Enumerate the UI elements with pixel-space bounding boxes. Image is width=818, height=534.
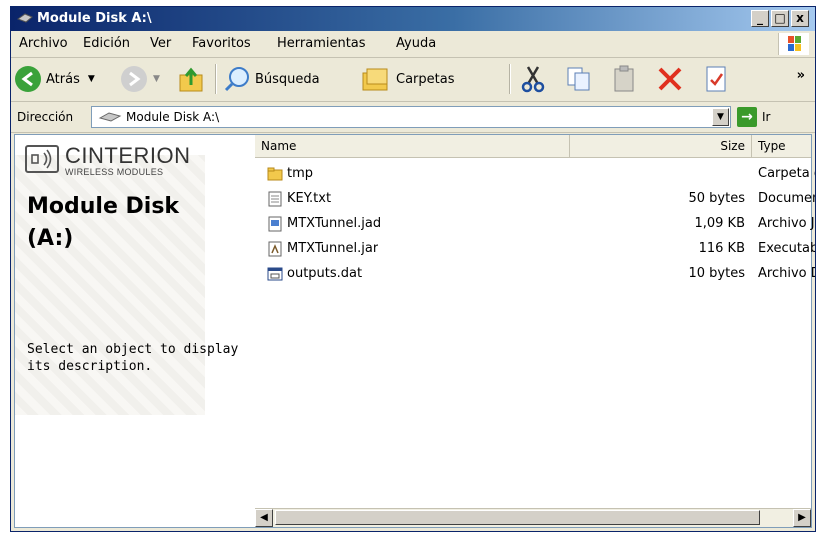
file-row-tmp[interactable]: tmp Carpeta d [255, 161, 815, 186]
scroll-left-button[interactable]: ◀ [255, 509, 273, 527]
back-arrow-icon [15, 66, 41, 92]
file-row-jar[interactable]: MTXTunnel.jar 116 KB Executab [255, 236, 815, 261]
search-icon [224, 67, 249, 92]
menu-favoritos[interactable]: Favoritos [192, 36, 251, 51]
address-value: Module Disk A:\ [126, 110, 220, 124]
scroll-right-button[interactable]: ▶ [793, 509, 811, 527]
file-list: Name Size Type tmp Carpeta d KEY.txt 50 … [255, 135, 815, 527]
address-dropdown-button[interactable]: ▼ [712, 108, 729, 126]
menu-bar: Archivo Edición Ver Favoritos Herramient… [11, 31, 815, 58]
menu-archivo[interactable]: Archivo [19, 36, 68, 51]
toolbar: Atrás ▼ ▼ Búsqueda Carpetas » [11, 58, 815, 102]
back-label: Atrás [46, 71, 80, 87]
drive-title: Module Disk (A:) [27, 194, 180, 251]
maximize-button[interactable]: □ [771, 10, 789, 27]
window-title: Module Disk A:\ [37, 11, 152, 26]
folders-icon [362, 68, 388, 91]
delete-button[interactable] [655, 64, 685, 94]
column-type[interactable]: Type [752, 135, 815, 157]
dat-file-icon [267, 267, 283, 281]
scroll-thumb[interactable] [275, 510, 760, 525]
paste-button[interactable] [609, 64, 639, 94]
menu-edicion[interactable]: Edición [83, 36, 130, 51]
back-button[interactable]: Atrás ▼ [15, 64, 95, 94]
address-label: Dirección [17, 110, 74, 124]
up-folder-icon [179, 67, 203, 92]
column-header-row: Name Size Type [255, 135, 811, 158]
back-dropdown-icon[interactable]: ▼ [88, 74, 95, 84]
search-button[interactable]: Búsqueda [223, 64, 320, 94]
file-row-key[interactable]: KEY.txt 50 bytes Documen [255, 186, 815, 211]
search-label: Búsqueda [255, 71, 320, 87]
forward-arrow-icon [121, 66, 147, 92]
explorer-window: Module Disk A:\ _ □ x Archivo Edición Ve… [10, 6, 816, 532]
text-file-icon [268, 191, 282, 207]
horizontal-scrollbar[interactable]: ◀ ▶ [255, 508, 811, 527]
description-text: Select an object to display its descript… [27, 342, 239, 374]
brand-subtitle: WIRELESS MODULES [65, 167, 164, 177]
forward-button[interactable]: ▼ [121, 64, 160, 94]
copy-icon [567, 67, 590, 91]
minimize-button[interactable]: _ [751, 10, 769, 27]
file-size [635, 161, 745, 186]
file-name: MTXTunnel.jad [287, 216, 382, 231]
column-name[interactable]: Name [255, 135, 570, 157]
folder-icon [267, 167, 283, 181]
column-size[interactable]: Size [570, 135, 752, 157]
scissors-icon [521, 66, 545, 93]
file-name: KEY.txt [287, 191, 332, 206]
jad-file-icon [268, 216, 282, 232]
copy-button[interactable] [564, 64, 594, 94]
cinterion-logo-icon [25, 145, 59, 173]
windows-logo-icon [778, 33, 809, 55]
file-size: 1,09 KB [694, 216, 745, 231]
file-name: MTXTunnel.jar [287, 241, 379, 256]
cut-button[interactable] [518, 64, 548, 94]
file-type: Carpeta d [758, 166, 816, 181]
file-name: tmp [287, 166, 314, 181]
jar-file-icon [268, 241, 282, 257]
menu-herramientas[interactable]: Herramientas [277, 36, 366, 51]
menu-ver[interactable]: Ver [150, 36, 171, 51]
folders-label: Carpetas [396, 71, 455, 87]
content-area: CINTERION WIRELESS MODULES Module Disk (… [14, 134, 815, 528]
file-row-jad[interactable]: MTXTunnel.jad 1,09 KB Archivo J [255, 211, 815, 236]
details-pane: CINTERION WIRELESS MODULES Module Disk (… [15, 135, 255, 527]
drive-icon [98, 112, 122, 122]
address-bar: Dirección Module Disk A:\ ▼ → Ir [11, 102, 815, 133]
drive-icon [17, 13, 33, 23]
file-type: Archivo D [758, 266, 816, 281]
file-size: 50 bytes [688, 191, 746, 206]
file-type: Executab [758, 241, 816, 256]
properties-icon [706, 66, 726, 92]
file-type: Archivo J [758, 216, 815, 231]
file-name: outputs.dat [287, 266, 363, 281]
up-folder-button[interactable] [177, 64, 207, 94]
close-button[interactable]: x [791, 10, 809, 27]
file-row-dat[interactable]: outputs.dat 10 bytes Archivo D [255, 261, 815, 286]
menu-ayuda[interactable]: Ayuda [396, 36, 436, 51]
go-button[interactable]: → Ir [737, 107, 770, 127]
delete-icon [658, 67, 682, 91]
paste-icon [614, 65, 634, 92]
go-arrow-icon: → [737, 107, 757, 127]
properties-button[interactable] [701, 64, 731, 94]
file-size: 116 KB [698, 241, 745, 256]
title-bar: Module Disk A:\ _ □ x [11, 7, 815, 31]
file-size: 10 bytes [688, 266, 746, 281]
forward-dropdown-icon[interactable]: ▼ [153, 74, 160, 84]
address-field[interactable]: Module Disk A:\ ▼ [91, 106, 731, 128]
folders-button[interactable]: Carpetas [361, 64, 454, 94]
go-label: Ir [762, 110, 771, 124]
file-type: Documen [758, 191, 816, 206]
brand-name: CINTERION [65, 143, 191, 168]
toolbar-overflow-button[interactable]: » [797, 68, 805, 83]
